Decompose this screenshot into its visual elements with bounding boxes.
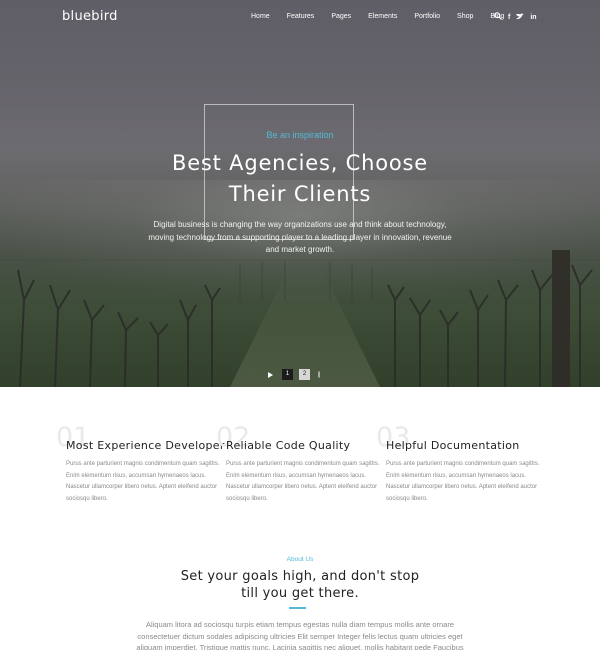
play-icon[interactable] bbox=[268, 371, 273, 378]
main-menu: Home Features Pages Elements Portfolio S… bbox=[251, 13, 504, 20]
hero-subtext: Digital business is changing the way org… bbox=[148, 220, 452, 254]
feature-text: Purus ante parturient magnis condimentum… bbox=[386, 461, 540, 502]
search-icon[interactable] bbox=[494, 12, 502, 22]
about-title-line1: Set your goals high, and don't stop bbox=[180, 569, 420, 584]
about-divider bbox=[289, 607, 306, 609]
linkedin-icon[interactable]: in bbox=[530, 14, 536, 21]
nav-item-elements[interactable]: Elements bbox=[368, 13, 397, 20]
about-text: Aliquam litora ad sociosqu turpis etiam … bbox=[136, 620, 464, 650]
nav-icons: f in bbox=[494, 12, 537, 22]
hero-headline-line2: Their Clients bbox=[228, 182, 372, 206]
about-eyebrow: About Us bbox=[286, 556, 314, 563]
hero-headline: Best Agencies, Choose Their Clients bbox=[0, 148, 600, 210]
twitter-icon[interactable] bbox=[516, 13, 525, 22]
nav-item-features[interactable]: Features bbox=[287, 13, 315, 20]
slide-dot-2[interactable]: 2 bbox=[299, 369, 310, 380]
slide-dot-1[interactable]: 1 bbox=[282, 369, 293, 380]
feature-title: Helpful Documentation bbox=[386, 439, 520, 452]
pause-icon[interactable]: || bbox=[318, 372, 320, 378]
facebook-icon[interactable]: f bbox=[508, 14, 510, 21]
feature-title: Reliable Code Quality bbox=[226, 439, 351, 452]
top-navigation: bluebird Home Features Pages Elements Po… bbox=[0, 0, 600, 34]
logo[interactable]: bluebird bbox=[62, 9, 118, 24]
nav-item-home[interactable]: Home bbox=[251, 13, 270, 20]
hero-headline-line1: Best Agencies, Choose bbox=[171, 151, 429, 175]
about-title-line2: till you get there. bbox=[241, 586, 359, 601]
feature-text: Purus ante parturient magnis condimentum… bbox=[66, 461, 220, 502]
hero-eyebrow: Be an inspiration bbox=[266, 130, 334, 140]
feature-title: Most Experience Developer bbox=[66, 439, 225, 452]
nav-item-portfolio[interactable]: Portfolio bbox=[414, 13, 440, 20]
feature-text: Purus ante parturient magnis condimentum… bbox=[226, 461, 380, 502]
about-title: Set your goals high, and don't stop till… bbox=[0, 568, 600, 602]
nav-item-shop[interactable]: Shop bbox=[457, 13, 473, 20]
nav-item-pages[interactable]: Pages bbox=[331, 13, 351, 20]
slider-controls: 1 2 || bbox=[268, 369, 320, 380]
